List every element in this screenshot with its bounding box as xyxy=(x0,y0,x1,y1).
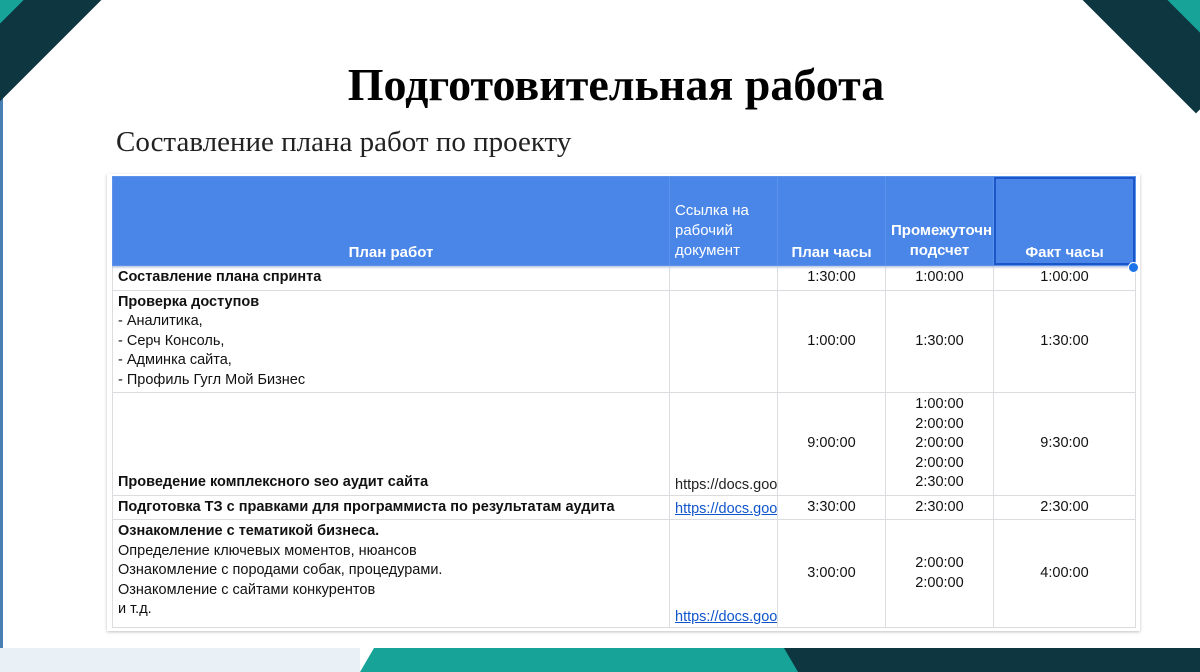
spreadsheet: План работ Ссылка на рабочий документ Пл… xyxy=(107,174,1140,631)
cell-document-link[interactable] xyxy=(669,265,778,291)
cell-plan-hours[interactable]: 1:00:00 xyxy=(777,289,886,393)
interim-value: 2:30:00 xyxy=(915,498,964,515)
table-row: Ознакомление с тематикой бизнеса. Определ… xyxy=(112,519,1136,628)
task-title: Составление плана спринта xyxy=(118,269,322,285)
header-link[interactable]: Ссылка на рабочий документ xyxy=(669,176,778,266)
cell-plan-hours[interactable]: 3:00:00 xyxy=(777,519,886,628)
header-actual[interactable]: Факт часы xyxy=(993,176,1136,266)
task-detail-line: - Аналитика, xyxy=(118,313,203,329)
table-row: Проверка доступов - Аналитика, - Серч Конс… xyxy=(112,289,1136,393)
task-detail-line: Определение ключевых моментов, нюансов xyxy=(118,542,417,559)
work-plan-table: План работ Ссылка на рабочий документ Пл… xyxy=(112,176,1136,628)
document-link[interactable]: https://docs.goo xyxy=(675,501,777,517)
cell-task[interactable]: Составление плана спринта xyxy=(112,265,670,291)
interim-value: 1:00:00 xyxy=(915,396,964,412)
header-interim[interactable]: Промежуточный подсчет xyxy=(885,176,994,266)
cell-actual-hours[interactable]: 1:30:00 xyxy=(993,289,1136,393)
cell-document-link[interactable]: https://docs.goo xyxy=(669,494,778,520)
task-title: Ознакомление с тематикой бизнеса. xyxy=(118,523,380,539)
cell-plan-hours[interactable]: 3:30:00 xyxy=(777,494,886,520)
cell-task[interactable]: Ознакомление с тематикой бизнеса. Определ… xyxy=(112,519,670,628)
cell-interim[interactable]: 1:00:00 2:00:00 2:00:00 2:00:00 2:30:00 xyxy=(885,392,994,496)
interim-value: 2:00:00 xyxy=(915,435,964,451)
slide-title: Подготовительная работа xyxy=(347,59,885,110)
cell-interim[interactable]: 1:30:00 xyxy=(885,289,994,393)
cell-actual-hours[interactable]: 4:00:00 xyxy=(993,519,1136,628)
header-plan-hours[interactable]: План часы xyxy=(777,176,886,266)
interim-value: 2:30:00 xyxy=(915,474,964,490)
header-plan[interactable]: План работ xyxy=(112,176,670,266)
decor-bottom-teal xyxy=(360,648,800,672)
cell-interim[interactable]: 2:30:00 xyxy=(885,494,994,520)
cell-plan-hours[interactable]: 1:30:00 xyxy=(777,265,886,291)
header-row: План работ Ссылка на рабочий документ Пл… xyxy=(112,176,1136,266)
task-title: Проведение комплексного seo аудит сайта xyxy=(118,474,429,490)
slide-subtitle: Составление плана работ по проекту xyxy=(116,126,572,158)
cell-actual-hours[interactable]: 1:00:00 xyxy=(993,265,1136,291)
cell-interim[interactable]: 1:00:00 xyxy=(885,265,994,291)
slide: Подготовительная работа Составление план… xyxy=(0,0,1200,672)
cell-plan-hours[interactable]: 9:00:00 xyxy=(777,392,886,496)
cell-document-link[interactable]: https://docs.goo xyxy=(669,519,778,628)
cell-document-link[interactable]: https://docs.goo xyxy=(669,392,778,496)
task-detail-line: - Профиль Гугл Мой Бизнес xyxy=(118,371,306,388)
interim-value: 2:00:00 xyxy=(915,454,964,471)
task-detail-line: Ознакомление с породами собак, процедура… xyxy=(118,562,443,578)
interim-value: 2:00:00 xyxy=(915,574,964,591)
cell-actual-hours[interactable]: 9:30:00 xyxy=(993,392,1136,496)
task-title: Проверка доступов xyxy=(118,293,260,310)
task-detail-line: - Серч Консоль, xyxy=(118,332,225,349)
cell-document-link[interactable] xyxy=(669,289,778,393)
table-row: Проведение комплексного seo аудит сайта h… xyxy=(112,392,1136,496)
task-detail-line: и т.д. xyxy=(118,601,152,617)
table-row: Составление плана спринта 1:30:00 1:00:00 1… xyxy=(112,265,1136,291)
decor-bottom-light xyxy=(0,648,360,672)
document-link[interactable]: https://docs.goo xyxy=(675,609,777,625)
decor-bottom-dark xyxy=(784,648,1200,672)
table-row: Подготовка ТЗ с правками для программист… xyxy=(112,494,1136,520)
cell-task[interactable]: Проверка доступов - Аналитика, - Серч Конс… xyxy=(112,289,670,393)
cell-actual-hours[interactable]: 2:30:00 xyxy=(993,494,1136,520)
interim-value: 2:00:00 xyxy=(915,415,964,432)
decor-bottom-band xyxy=(0,648,1200,672)
cell-interim[interactable]: 2:00:00 2:00:00 xyxy=(885,519,994,628)
task-title: Подготовка ТЗ с правками для программист… xyxy=(118,498,615,515)
document-link[interactable]: https://docs.goo xyxy=(675,477,777,493)
cell-task[interactable]: Проведение комплексного seo аудит сайта xyxy=(112,392,670,496)
header-shadow xyxy=(112,266,1135,269)
interim-value: 1:30:00 xyxy=(915,332,964,349)
interim-value: 2:00:00 xyxy=(915,555,964,571)
selection-handle[interactable] xyxy=(1128,262,1139,273)
task-detail-line: Ознакомление с сайтами конкурентов xyxy=(118,581,376,598)
cell-task[interactable]: Подготовка ТЗ с правками для программист… xyxy=(112,494,670,520)
task-detail-line: - Админка сайта, xyxy=(118,352,232,368)
interim-value: 1:00:00 xyxy=(915,269,964,285)
